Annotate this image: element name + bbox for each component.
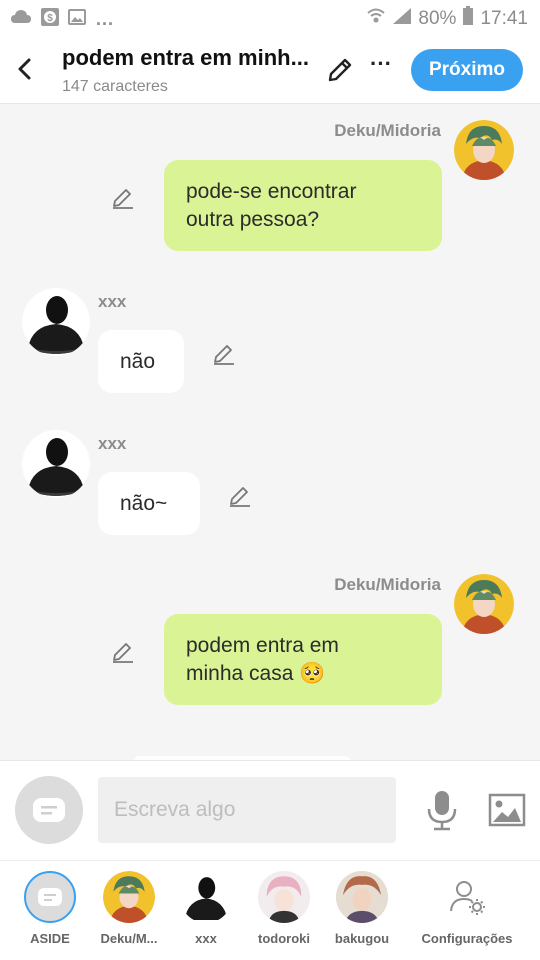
todoroki-avatar [258,871,310,923]
silhouette-avatar-image [22,288,90,356]
bakugou-avatar [336,871,388,923]
more-dots-icon: ··· [370,51,392,76]
character-count: 147 caracteres [62,78,168,95]
aside-avatar [24,871,76,923]
deku-avatar [103,871,155,923]
avatar-deku[interactable] [454,120,514,180]
status-bar-left: $ ... [10,7,114,32]
battery-icon [462,6,474,32]
next-button[interactable]: Próximo [411,49,523,91]
edit-message-button[interactable] [111,186,135,210]
silhouette-avatar-image [184,877,228,920]
settings-button[interactable]: Configurações [417,871,517,946]
svg-text:$: $ [47,13,53,24]
pencil-icon [230,487,250,507]
status-bar: $ ... 80% 17:41 [0,0,540,36]
avatar-deku[interactable] [454,574,514,634]
avatar-xxx[interactable] [22,288,90,356]
notification-more-icon: ... [96,9,115,29]
character-label: bakugou [334,931,390,946]
character-label: xxx [195,931,217,946]
message-bubble[interactable]: não~ [98,472,200,535]
edit-title-button[interactable] [326,56,354,84]
app-screen: $ ... 80% 17:41 podem entra em minh... 1… [0,0,540,960]
status-bar-right: 80% 17:41 [366,6,528,32]
message-sender: xxx [98,292,127,311]
user-settings-icon [450,881,485,915]
character-bar: ASIDE Deku/M... xxx todoroki bakugou Con… [0,860,540,960]
pencil-icon [328,58,352,82]
settings-icon-wrap [441,871,493,923]
avatar-xxx[interactable] [22,430,90,498]
message-text-line: outra pessoa? [186,208,320,231]
pencil-icon [113,189,133,209]
message-text-line: minha casa 🥺 [186,662,326,685]
edit-message-button[interactable] [228,484,252,508]
todoroki-avatar-image [258,871,310,923]
character-label: Configurações [421,931,513,946]
deku-avatar-image [454,574,514,634]
gallery-icon [68,9,86,30]
message-input[interactable] [98,777,396,843]
composer-bar [0,760,540,860]
character-aside[interactable]: ASIDE [5,871,95,946]
chevron-left-icon [18,58,31,80]
signal-icon [392,7,412,31]
more-options-button[interactable]: ··· [368,51,394,82]
aside-icon [33,798,65,822]
microphone-button[interactable] [424,789,460,833]
edit-message-button[interactable] [212,342,236,366]
cloud-icon [10,9,32,30]
edit-message-button[interactable] [111,640,135,664]
character-bakugou[interactable]: bakugou [317,871,407,946]
message-text: não [120,350,156,373]
aside-icon [38,888,62,906]
message-text-line: pode-se encontrar [186,180,357,203]
message-text: não~ [120,492,168,515]
microphone-icon [427,791,457,831]
character-todoroki[interactable]: todoroki [239,871,329,946]
xxx-avatar [180,871,232,923]
back-button[interactable] [12,54,38,84]
deku-avatar-image [103,871,155,923]
character-xxx[interactable]: xxx [161,871,251,946]
pencil-icon [214,345,234,365]
bakugou-avatar-image [336,871,388,923]
message-bubble[interactable]: pode-se encontrar outra pessoa? [164,160,442,251]
message-bubble[interactable]: não [98,330,184,393]
image-button[interactable] [488,793,526,827]
aside-toggle-button[interactable] [15,776,83,844]
deku-avatar-image [454,120,514,180]
character-label: todoroki [258,931,310,946]
message-sender: xxx [98,434,127,453]
battery-percent: 80% [418,8,457,29]
chat-area[interactable]: Deku/Midoria pode-se encontrar outra pes… [0,104,540,760]
money-icon: $ [40,7,60,32]
character-label: ASIDE [30,931,70,946]
message-bubble[interactable]: podem entra em minha casa 🥺 [164,614,442,705]
page-title: podem entra em minh... [62,45,309,70]
message-sender: Deku/Midoria [334,121,441,140]
clock: 17:41 [480,8,528,29]
image-icon [488,793,526,827]
silhouette-avatar-image [22,430,90,498]
wifi-icon [366,7,386,31]
message-text-line: podem entra em [186,634,339,657]
header: podem entra em minh... 147 caracteres ··… [0,36,540,104]
message-sender: Deku/Midoria [334,575,441,594]
pencil-icon [113,643,133,663]
